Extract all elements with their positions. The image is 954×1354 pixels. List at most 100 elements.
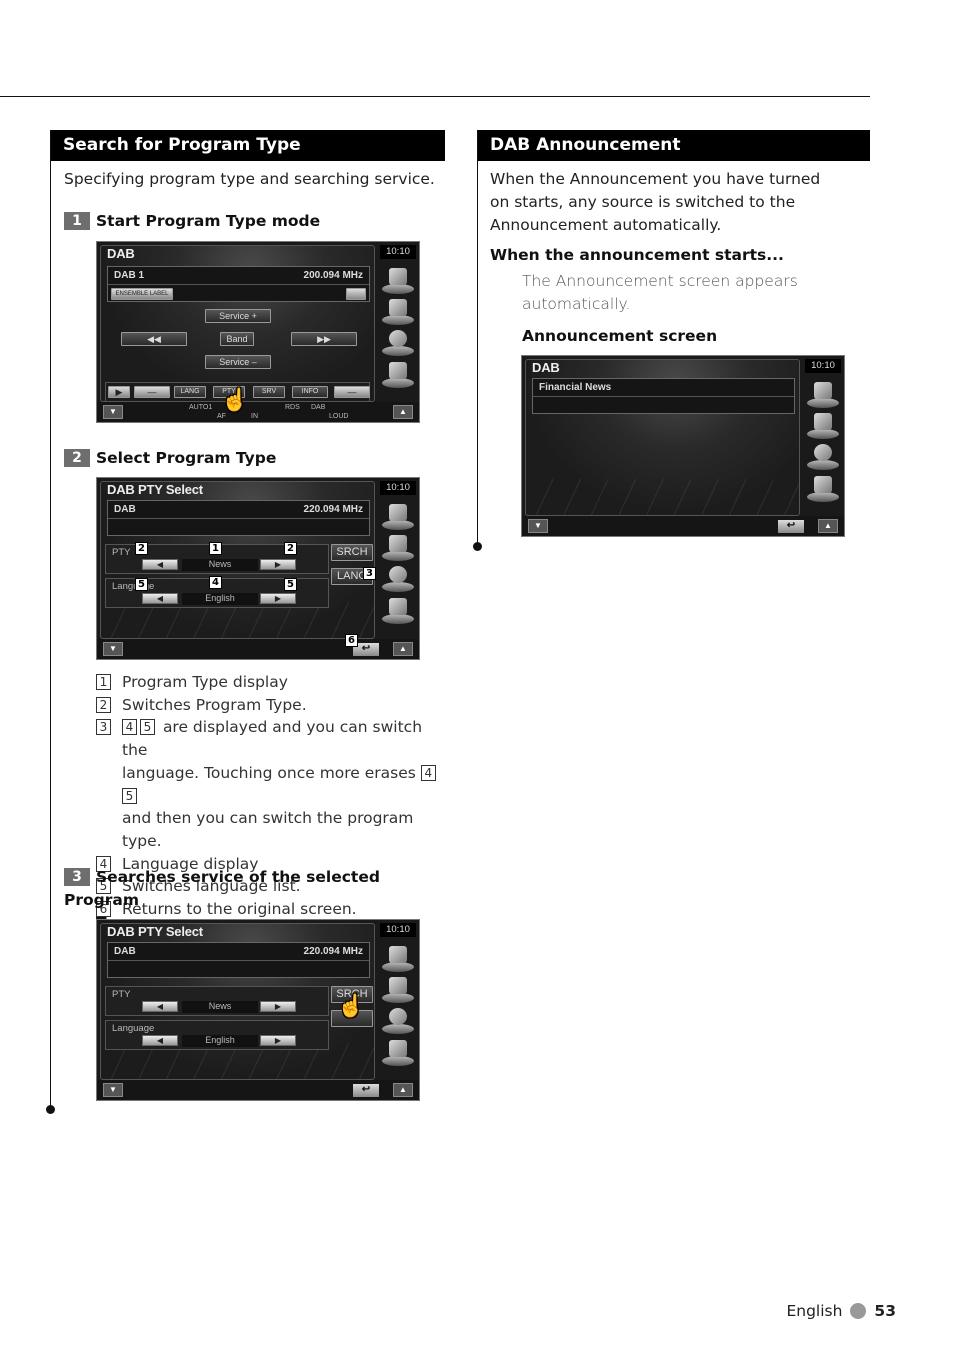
clock: 10:10 bbox=[380, 245, 416, 259]
station-panel: DAB 220.094 MHz bbox=[107, 500, 370, 536]
pointing-hand-icon: ☝ bbox=[221, 387, 249, 412]
step-number: 2 bbox=[64, 449, 90, 467]
bar-info-button[interactable]: INFO bbox=[292, 386, 328, 398]
language-value: English bbox=[182, 593, 258, 605]
volume-up-button[interactable]: ▲ bbox=[393, 405, 413, 419]
language-value: English bbox=[182, 1035, 258, 1047]
frequency: 220.094 MHz bbox=[303, 504, 363, 515]
pty-value: News bbox=[182, 1001, 258, 1013]
page-number: 53 bbox=[874, 1302, 896, 1320]
main-panel: DAB DAB 1 200.094 MHz ENSEMBLE LABEL Serv… bbox=[100, 245, 375, 402]
return-button[interactable]: ↩ bbox=[778, 520, 804, 533]
step-title: Select Program Type bbox=[96, 449, 277, 467]
af-indicator: AF bbox=[217, 413, 226, 420]
right-column-rule bbox=[477, 130, 478, 545]
station-name: DAB 1 bbox=[114, 270, 145, 281]
source-icon[interactable] bbox=[806, 411, 840, 439]
callout-3: 3 bbox=[363, 567, 376, 580]
menu-icon[interactable] bbox=[381, 266, 415, 294]
volume-down-button[interactable]: ▼ bbox=[103, 1083, 123, 1097]
setup-icon[interactable] bbox=[806, 474, 840, 502]
return-button[interactable]: ↩ bbox=[353, 1084, 379, 1097]
loud-indicator: LOUD bbox=[329, 413, 349, 420]
legend-item: 1 Program Type display bbox=[96, 671, 446, 694]
step-title: Start Program Type mode bbox=[96, 212, 321, 230]
frequency: 220.094 MHz bbox=[303, 946, 363, 957]
menu-icon[interactable] bbox=[381, 502, 415, 530]
source-icon[interactable] bbox=[381, 297, 415, 325]
status-bar: ▼ ↩ ▲ bbox=[97, 639, 419, 659]
srch-button[interactable]: SRCH bbox=[331, 544, 373, 561]
language-prev-button[interactable]: ◀ bbox=[142, 593, 178, 604]
station-panel: DAB 220.094 MHz bbox=[107, 942, 370, 978]
bar-play-button[interactable]: ▶ bbox=[108, 386, 130, 398]
service-minus-button[interactable]: Service – bbox=[205, 355, 271, 369]
legend-item: 2 Switches Program Type. bbox=[96, 694, 446, 717]
audio-speaker-icon[interactable] bbox=[381, 564, 415, 592]
footer-dot-icon bbox=[850, 1303, 867, 1319]
ensemble-label-button[interactable]: ENSEMBLE LABEL bbox=[111, 288, 173, 300]
language-next-button[interactable]: ▶ bbox=[260, 593, 296, 604]
clock: 10:10 bbox=[805, 359, 841, 373]
bar-srv-button[interactable]: SRV bbox=[253, 386, 285, 398]
announcement-screen: DAB Financial News 10:10 ▼ ↩ ▲ bbox=[521, 355, 845, 537]
step-title: Searches service of the selected Program bbox=[64, 868, 380, 909]
volume-down-button[interactable]: ▼ bbox=[103, 405, 123, 419]
pty-search-screen: DAB PTY Select DAB 220.094 MHz PTY ◀ News… bbox=[96, 919, 420, 1101]
callout-5-right: 5 bbox=[284, 578, 297, 591]
screen-title: DAB PTY Select bbox=[107, 482, 203, 497]
left-column-end-dot bbox=[46, 1105, 55, 1114]
announcement-panel: Financial News bbox=[532, 378, 795, 414]
pty-prev-button[interactable]: ◀ bbox=[142, 1001, 178, 1012]
language-label: Language bbox=[112, 1023, 155, 1034]
intro-text: Specifying program type and searching se… bbox=[64, 170, 435, 188]
clock: 10:10 bbox=[380, 923, 416, 937]
menu-icon[interactable] bbox=[381, 944, 415, 972]
audio-speaker-icon[interactable] bbox=[381, 1006, 415, 1034]
source-icon[interactable] bbox=[381, 975, 415, 1003]
bar-lang-button[interactable]: LANG bbox=[174, 386, 206, 398]
footer-language: English bbox=[786, 1302, 843, 1320]
status-bar: ▼ AUTO1 AF IN RDS DAB LOUD ▲ bbox=[97, 402, 419, 422]
volume-up-button[interactable]: ▲ bbox=[818, 519, 838, 533]
pty-label: PTY bbox=[112, 547, 131, 558]
volume-down-button[interactable]: ▼ bbox=[528, 519, 548, 533]
language-prev-button[interactable]: ◀ bbox=[142, 1035, 178, 1046]
clock: 10:10 bbox=[380, 481, 416, 495]
pty-next-button[interactable]: ▶ bbox=[260, 559, 296, 570]
step-number: 3 bbox=[64, 868, 90, 886]
setup-icon[interactable] bbox=[381, 596, 415, 624]
pty-prev-button[interactable]: ◀ bbox=[142, 559, 178, 570]
main-panel: DAB Financial News bbox=[525, 359, 800, 516]
subheading-announcement-starts: When the announcement starts... bbox=[490, 246, 784, 264]
audio-speaker-icon[interactable] bbox=[806, 442, 840, 470]
audio-speaker-icon[interactable] bbox=[381, 328, 415, 356]
bar-blank-button[interactable]: — bbox=[134, 386, 170, 398]
callout-2-left: 2 bbox=[135, 542, 148, 555]
pty-next-button[interactable]: ▶ bbox=[260, 1001, 296, 1012]
callout-4: 4 bbox=[209, 576, 222, 589]
screen-title: DAB bbox=[107, 246, 135, 261]
callout-1: 1 bbox=[209, 542, 222, 555]
seek-next-button[interactable]: ▶▶ bbox=[291, 332, 357, 346]
band-button[interactable]: Band bbox=[220, 332, 254, 346]
language-next-button[interactable]: ▶ bbox=[260, 1035, 296, 1046]
service-plus-button[interactable]: Service + bbox=[205, 309, 271, 323]
step-1: 1 Start Program Type mode bbox=[64, 210, 320, 233]
setup-icon[interactable] bbox=[381, 1038, 415, 1066]
menu-icon[interactable] bbox=[806, 380, 840, 408]
language-group: Language ◀ English ▶ bbox=[105, 1020, 329, 1050]
seek-prev-button[interactable]: ◀◀ bbox=[121, 332, 187, 346]
source-icon[interactable] bbox=[381, 533, 415, 561]
volume-up-button[interactable]: ▲ bbox=[393, 642, 413, 656]
setup-icon[interactable] bbox=[381, 360, 415, 388]
callout-2-right: 2 bbox=[284, 542, 297, 555]
step-number: 1 bbox=[64, 212, 90, 230]
pty-label: PTY bbox=[112, 989, 131, 1000]
volume-up-button[interactable]: ▲ bbox=[393, 1083, 413, 1097]
frequency: 200.094 MHz bbox=[303, 270, 363, 281]
bar-blank-button-2[interactable]: — bbox=[334, 386, 370, 398]
volume-down-button[interactable]: ▼ bbox=[103, 642, 123, 656]
screen-title: DAB bbox=[532, 360, 560, 375]
left-column-rule bbox=[50, 130, 51, 1110]
